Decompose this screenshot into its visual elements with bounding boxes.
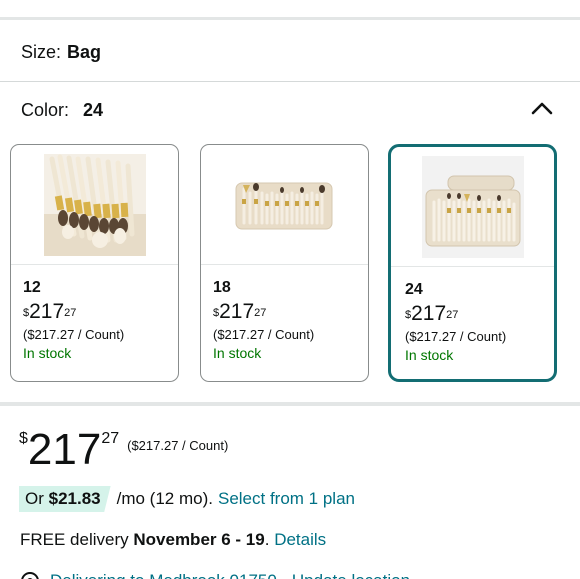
swatch-image (201, 145, 368, 265)
size-label: Size: (21, 42, 62, 62)
delivery-details-link[interactable]: Details (274, 530, 326, 549)
brush-set-fan-image (43, 153, 146, 256)
swatch-price: $21727 (213, 300, 267, 323)
swatch-unit-price: ($217.27 / Count) (213, 327, 315, 342)
swatch-unit-price: ($217.27 / Count) (405, 329, 507, 344)
delivery-location-link[interactable]: Delivering to Medbrook 01750 - Update lo… (50, 571, 410, 579)
swatch-stock-status: In stock (405, 347, 454, 363)
select-plan-link[interactable]: Select from 1 plan (218, 489, 355, 509)
swatch-image (11, 145, 178, 265)
swatch-count: 24 (405, 281, 423, 298)
size-value: Bag (67, 42, 102, 62)
delivery-dates: November 6 - 19 (133, 530, 265, 549)
plan-term: /mo (12 mo). (116, 489, 213, 508)
swatch-count: 12 (23, 279, 41, 296)
brush-set-case-image (235, 182, 332, 229)
chevron-up-icon[interactable] (530, 100, 554, 116)
size-selector[interactable]: Size: Bag (21, 42, 101, 63)
swatch-image (391, 147, 554, 267)
main-price: $21727 ($217.27 / Count) (19, 425, 229, 474)
color-swatch-24[interactable]: 24 $21727 ($217.27 / Count) In stock (388, 144, 557, 382)
color-value: 24 (83, 100, 104, 120)
location-icon (21, 572, 39, 579)
swatch-stock-status: In stock (213, 345, 262, 361)
swatch-count: 18 (213, 279, 231, 296)
size-divider (0, 81, 580, 82)
swatch-stock-status: In stock (23, 345, 72, 361)
brush-set-roll-image (421, 155, 524, 258)
color-swatch-12[interactable]: 12 $21727 ($217.27 / Count) In stock (10, 144, 179, 382)
color-swatch-18[interactable]: 18 $21727 ($217.27 / Count) In stock (200, 144, 369, 382)
delivery-row: FREE delivery November 6 - 19. Details (20, 530, 327, 549)
price-divider (0, 402, 580, 406)
swatch-unit-price: ($217.27 / Count) (23, 327, 125, 342)
plan-amount-badge: Or $21.83 (19, 486, 111, 512)
delivery-prefix: FREE delivery (20, 530, 129, 549)
color-label: Color: (21, 100, 70, 120)
main-unit-price: ($217.27 / Count) (127, 438, 229, 453)
swatch-price: $21727 (23, 300, 77, 323)
payment-plan-row: Or $21.83 /mo (12 mo). Select from 1 pla… (19, 486, 355, 512)
color-selector-header[interactable]: Color: 24 (21, 100, 103, 121)
deliver-to-row[interactable]: Delivering to Medbrook 01750 - Update lo… (20, 571, 410, 579)
top-divider (0, 17, 580, 20)
swatch-price: $21727 (405, 302, 459, 325)
